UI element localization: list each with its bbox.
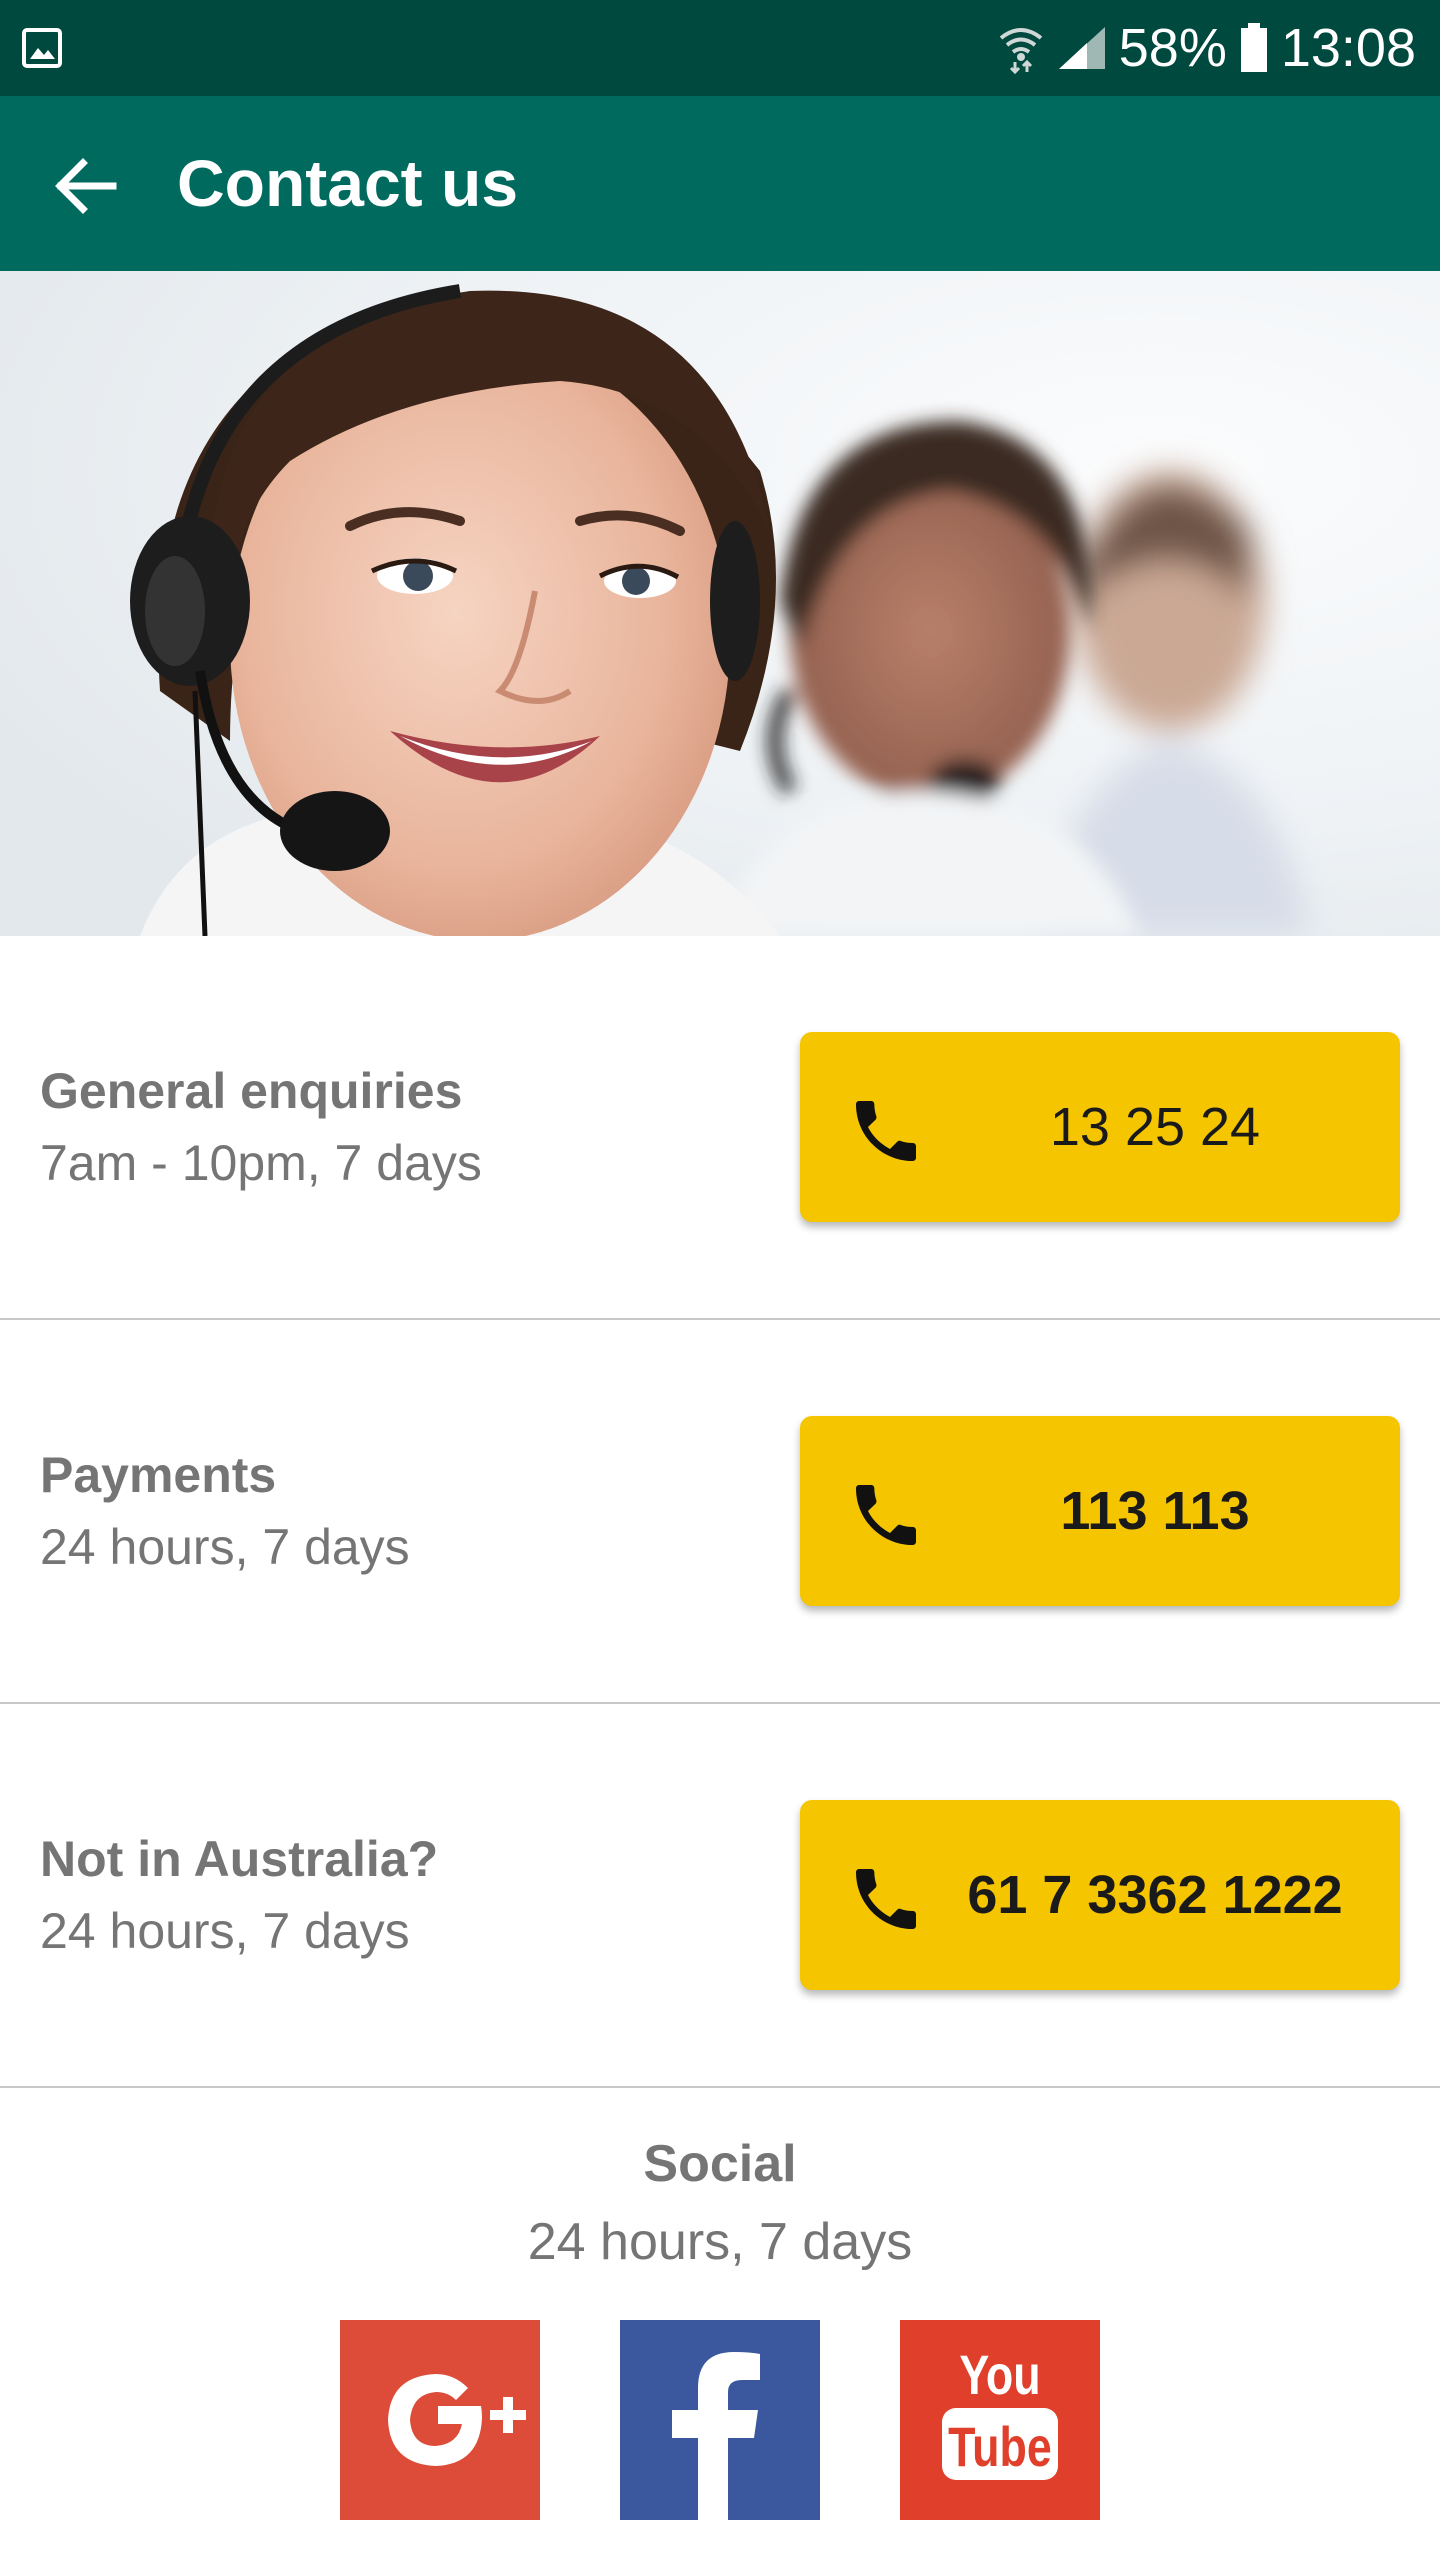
page-title: Contact us [177,146,519,220]
social-title: Social [643,2135,797,2193]
clock: 13:08 [1280,18,1416,78]
youtube-button[interactable]: You Tube [900,2320,1100,2520]
image-icon [22,28,62,68]
social-hours: 24 hours, 7 days [527,2213,913,2271]
hero-image [0,271,1440,936]
battery-icon [1240,23,1267,72]
contact-title: General enquiries [40,1063,463,1119]
contact-row-payments: Payments 24 hours, 7 days 113 113 [0,1320,1440,1704]
google-plus-icon [388,2374,526,2466]
phone-number: 13 25 24 [1049,1097,1261,1157]
call-button-general[interactable]: 13 25 24 [800,1032,1400,1222]
facebook-button[interactable] [620,2320,820,2520]
back-button[interactable] [40,140,132,232]
youtube-icon: You Tube [942,2343,1058,2480]
screen: 58% 13:08 Contact us General enquiries 7… [0,0,1440,2560]
contact-title: Payments [40,1447,277,1503]
status-bar: 58% 13:08 [0,0,1440,96]
google-plus-button[interactable] [340,2320,540,2520]
svg-text:You: You [959,2343,1040,2406]
phone-icon [856,1485,916,1545]
signal-icon [1058,27,1105,69]
contact-hours: 7am - 10pm, 7 days [40,1135,482,1191]
app-bar: Contact us [0,96,1440,271]
contact-text: General enquiries 7am - 10pm, 7 days [40,936,482,1318]
call-center-photo [0,271,1440,936]
call-button-overseas[interactable]: 61 7 3362 1222 [800,1800,1400,1990]
contact-title: Not in Australia? [40,1831,439,1887]
phone-number: 113 113 [1060,1481,1250,1541]
contact-row-overseas: Not in Australia? 24 hours, 7 days 61 7 … [0,1704,1440,2088]
wifi-icon [999,28,1043,74]
facebook-icon [672,2352,760,2520]
battery-percent: 58% [1118,18,1227,78]
social-section: Social 24 hours, 7 days You Tube [0,2104,1440,2560]
phone-icon [856,1101,916,1161]
svg-text:Tube: Tube [948,2415,1052,2478]
contact-text: Payments 24 hours, 7 days [40,1320,410,1702]
phone-icon [856,1869,916,1929]
phone-number: 61 7 3362 1222 [967,1865,1343,1925]
contact-hours: 24 hours, 7 days [40,1903,410,1959]
contact-row-general: General enquiries 7am - 10pm, 7 days 13 … [0,936,1440,1320]
social-icons: You Tube [0,2320,1440,2520]
contact-hours: 24 hours, 7 days [40,1519,410,1575]
contact-text: Not in Australia? 24 hours, 7 days [40,1704,438,2086]
status-right: 58% 13:08 [997,0,1416,96]
call-button-payments[interactable]: 113 113 [800,1416,1400,1606]
back-arrow-icon [55,158,117,214]
